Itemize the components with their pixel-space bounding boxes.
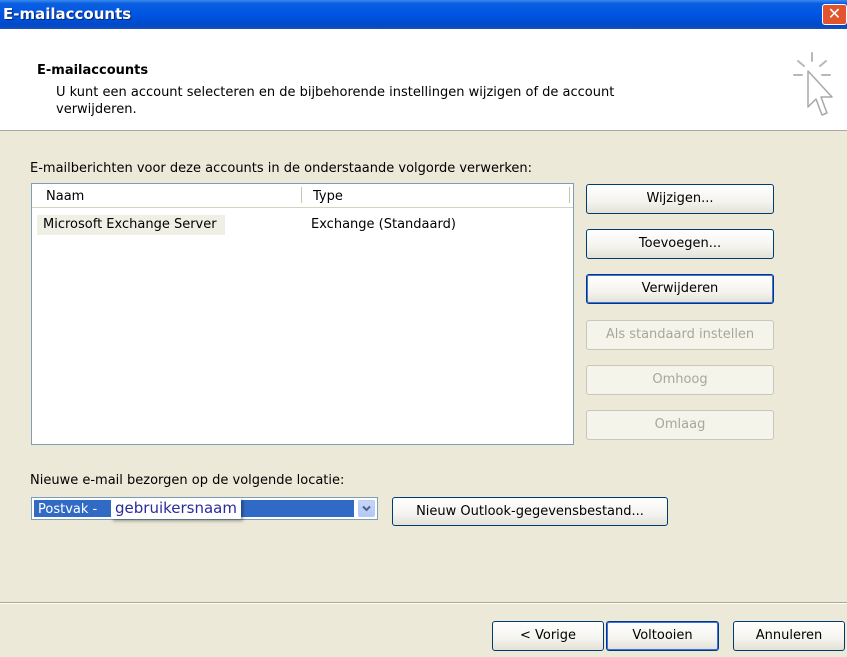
move-up-button[interactable]: Omhoog xyxy=(586,365,774,395)
delivery-location-label: Nieuwe e-mail bezorgen op de volgende lo… xyxy=(30,473,345,488)
move-down-button[interactable]: Omlaag xyxy=(586,410,774,440)
finish-button[interactable]: Voltooien xyxy=(606,621,719,651)
back-button[interactable]: < Vorige xyxy=(492,621,604,651)
close-icon: ✕ xyxy=(827,4,842,23)
window-title: E-mailaccounts xyxy=(3,5,132,23)
header-title: E-mailaccounts xyxy=(37,63,149,78)
accounts-list-label: E-mailberichten voor deze accounts in de… xyxy=(30,161,533,176)
accounts-listview[interactable]: Naam Type Microsoft Exchange Server Exch… xyxy=(31,183,574,445)
column-header-name[interactable]: Naam xyxy=(46,189,84,204)
add-button[interactable]: Toevoegen... xyxy=(586,229,774,259)
column-header-type[interactable]: Type xyxy=(313,189,343,204)
selected-option-prefix: Postvak - xyxy=(38,502,98,517)
wizard-cursor-icon xyxy=(793,52,833,116)
cancel-button[interactable]: Annuleren xyxy=(733,621,845,651)
delivery-location-select[interactable]: Postvak - gebruikersnaam xyxy=(31,497,378,520)
dropdown-arrow-button[interactable] xyxy=(358,500,375,517)
chevron-down-icon xyxy=(362,505,371,512)
account-type: Exchange (Standaard) xyxy=(311,217,456,232)
selected-option-username: gebruikersnaam xyxy=(111,498,241,519)
change-button[interactable]: Wijzigen... xyxy=(586,184,774,214)
list-header: Naam Type xyxy=(32,184,573,208)
column-separator[interactable] xyxy=(301,187,302,203)
remove-button[interactable]: Verwijderen xyxy=(586,274,774,304)
wizard-header: E-mailaccounts U kunt een account select… xyxy=(0,29,847,131)
title-bar: E-mailaccounts ✕ xyxy=(0,0,847,29)
header-description: U kunt een account selecteren en de bijb… xyxy=(56,85,615,117)
set-default-button[interactable]: Als standaard instellen xyxy=(586,320,774,350)
account-row[interactable]: Microsoft Exchange Server Exchange (Stan… xyxy=(37,215,567,235)
footer-divider-highlight xyxy=(0,603,847,604)
close-button[interactable]: ✕ xyxy=(822,4,847,25)
column-separator[interactable] xyxy=(569,187,570,203)
new-data-file-button[interactable]: Nieuw Outlook-gegevensbestand... xyxy=(392,497,668,526)
account-name: Microsoft Exchange Server xyxy=(37,215,225,235)
